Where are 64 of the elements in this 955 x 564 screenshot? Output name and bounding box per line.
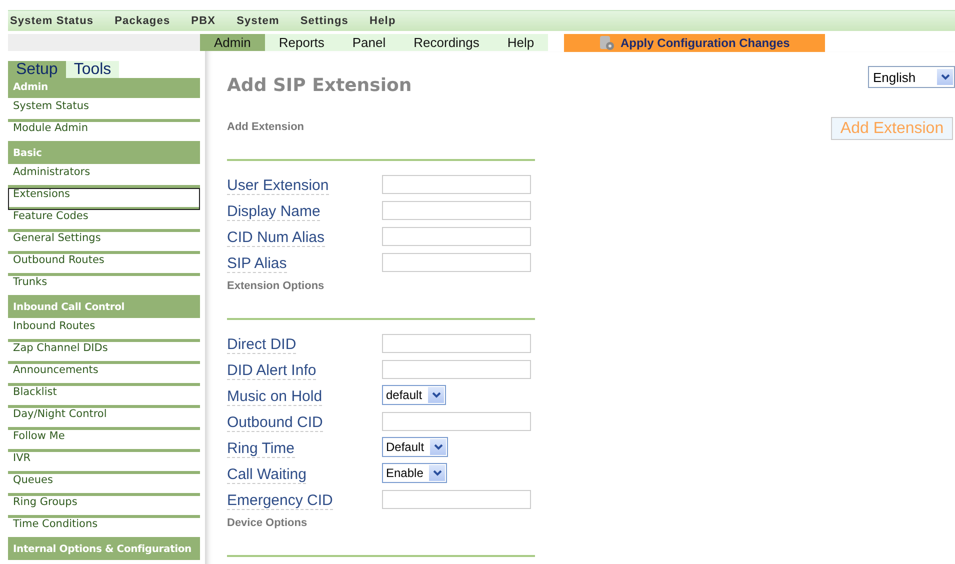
section-heading: Add Extension — [227, 121, 306, 133]
dropdown[interactable]: default — [382, 385, 446, 405]
sidebar-section-header: Inbound Call Control — [8, 298, 200, 318]
field-label: SIP Alias — [227, 254, 287, 272]
sidebar-item[interactable]: Blacklist — [8, 386, 200, 408]
sidebar-item[interactable]: Outbound Routes — [8, 254, 200, 276]
sidebar-section-header: Internal Options & Configuration — [8, 540, 200, 560]
sidebar-item[interactable]: System Status — [8, 100, 200, 122]
field-label: Emergency CID — [227, 492, 333, 510]
field-label: Display Name — [227, 202, 320, 220]
menu-item[interactable]: Help — [370, 15, 417, 27]
sidebar-item[interactable]: Day/Night Control — [8, 408, 200, 430]
menu-item[interactable]: PBX — [191, 15, 237, 27]
sidebar-item[interactable]: Inbound Routes — [8, 320, 200, 342]
sidebar-item[interactable]: Announcements — [8, 364, 200, 386]
nav-tab[interactable]: Recordings — [400, 34, 494, 51]
input-field[interactable] — [382, 226, 531, 246]
field-label: Call Waiting — [227, 466, 306, 484]
field-label: User Extension — [227, 176, 329, 194]
chevron-down-icon — [432, 470, 442, 476]
input-field[interactable] — [382, 490, 531, 508]
field-label: DID Alert Info — [227, 362, 316, 380]
input-field[interactable] — [382, 252, 531, 272]
input-field[interactable] — [382, 412, 531, 430]
field-label: CID Num Alias — [227, 228, 325, 246]
sidebar-item[interactable]: Extensions — [8, 188, 200, 210]
menu-item[interactable]: System Status — [10, 15, 115, 27]
chevron-down-icon — [434, 444, 443, 450]
nav-tab[interactable]: Panel — [338, 34, 400, 51]
field-label: Direct DID — [227, 336, 296, 354]
input-field[interactable] — [382, 200, 531, 220]
chevron-down-icon — [432, 392, 441, 398]
nav-tab[interactable]: Reports — [264, 34, 338, 51]
menu-item[interactable]: System — [236, 15, 300, 27]
sidebar-section-header: Basic — [8, 144, 200, 164]
input-field[interactable] — [382, 360, 531, 378]
language-dropdown[interactable]: English — [868, 66, 955, 88]
nav-tab[interactable]: Help — [493, 34, 548, 51]
field-label: Outbound CID — [227, 414, 323, 432]
sidebar-item[interactable]: Follow Me — [8, 430, 200, 452]
field-label: Ring Time — [227, 440, 295, 458]
sidebar-item[interactable]: General Settings — [8, 232, 200, 254]
chevron-down-icon — [940, 74, 950, 80]
input-field[interactable] — [382, 334, 531, 352]
sidebar-item[interactable]: Ring Groups — [8, 496, 200, 518]
section-heading: Device Options — [227, 517, 308, 529]
sidebar-item[interactable]: Feature Codes — [8, 210, 200, 232]
sidebar-item[interactable]: IVR — [8, 452, 200, 474]
sidebar-item[interactable]: Administrators — [8, 166, 200, 188]
sidebar-section-header: Admin — [8, 78, 200, 98]
apply-changes-button[interactable]: Apply Configuration Changes — [564, 34, 826, 52]
section-heading: Extension Options — [227, 280, 326, 292]
input-field[interactable] — [382, 174, 531, 194]
sidebar-tab[interactable]: Tools — [66, 61, 120, 78]
nav-tab[interactable]: Admin — [200, 34, 265, 51]
sidebar-tab[interactable]: Setup — [8, 61, 66, 78]
sidebar-item[interactable]: Queues — [8, 474, 200, 496]
sidebar-item[interactable]: Zap Channel DIDs — [8, 342, 200, 364]
page-title: Add SIP Extension — [227, 75, 413, 98]
field-label: Music on Hold — [227, 388, 322, 406]
dropdown[interactable]: Default — [382, 437, 448, 457]
menu-item[interactable]: Packages — [114, 15, 192, 27]
dropdown[interactable]: Enable — [382, 463, 448, 483]
menu-item[interactable]: Settings — [300, 15, 370, 27]
